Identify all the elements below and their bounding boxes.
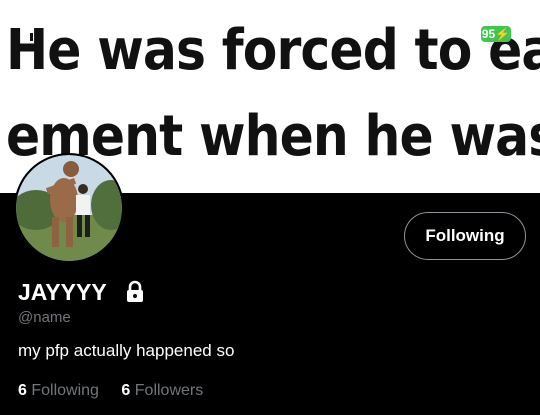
- avatar-image: [16, 155, 122, 261]
- user-handle: @name: [18, 309, 71, 326]
- followers-stat[interactable]: 6 Followers: [121, 382, 203, 399]
- profile-stats: 6 Following 6 Followers: [18, 382, 221, 400]
- following-button[interactable]: Following: [404, 212, 526, 260]
- battery-level: 95: [481, 27, 496, 41]
- following-count: 6: [18, 382, 27, 399]
- display-name: JAYYYY: [18, 279, 107, 305]
- battery-icon: 95⚡: [481, 26, 511, 42]
- followers-count: 6: [121, 382, 131, 399]
- followers-label: Followers: [134, 382, 204, 399]
- avatar[interactable]: [14, 153, 124, 263]
- following-label: Following: [31, 382, 99, 399]
- banner-text-line-1: He was forced to eat: [6, 18, 540, 83]
- bio: my pfp actually happened so: [18, 341, 235, 360]
- lock-icon: [127, 280, 143, 302]
- following-stat[interactable]: 6 Following: [18, 382, 103, 399]
